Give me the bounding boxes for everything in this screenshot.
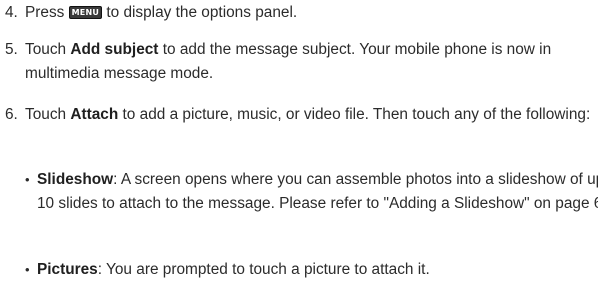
bullet-text: : A screen opens where you can assemble … [37,171,598,212]
step-text-pre: Touch [25,41,67,58]
step-keyword: Add subject [70,41,159,58]
bullet-pictures: • Pictures: You are prompted to touch a p… [5,258,598,282]
bullet-keyword: Pictures [37,261,98,278]
bullet-slideshow: • Slideshow: A screen opens where you can… [5,168,598,216]
bullet-keyword: Slideshow [37,171,114,188]
menu-key-icon: MENU [68,6,103,19]
bullet-dot: • [25,172,30,187]
step-number: 4. [5,4,18,21]
step-6: 6. Touch Attach to add a picture, music, … [5,103,598,127]
step-keyword: Attach [70,106,119,123]
step-number: 6. [5,106,18,123]
bullet-text: : You are prompted to touch a picture to… [97,261,430,278]
step-text-pre: Touch [25,106,67,123]
step-text-post: to add a picture, music, or video file. … [122,106,591,123]
step-text-pre: Press [25,4,65,21]
bullet-dot: • [25,262,30,277]
step-4: 4. Press MENU to display the options pane… [5,1,598,25]
step-number: 5. [5,41,18,58]
step-text-post: to display the options panel. [106,4,298,21]
step-5: 5. Touch Add subject to add the message s… [5,38,598,86]
